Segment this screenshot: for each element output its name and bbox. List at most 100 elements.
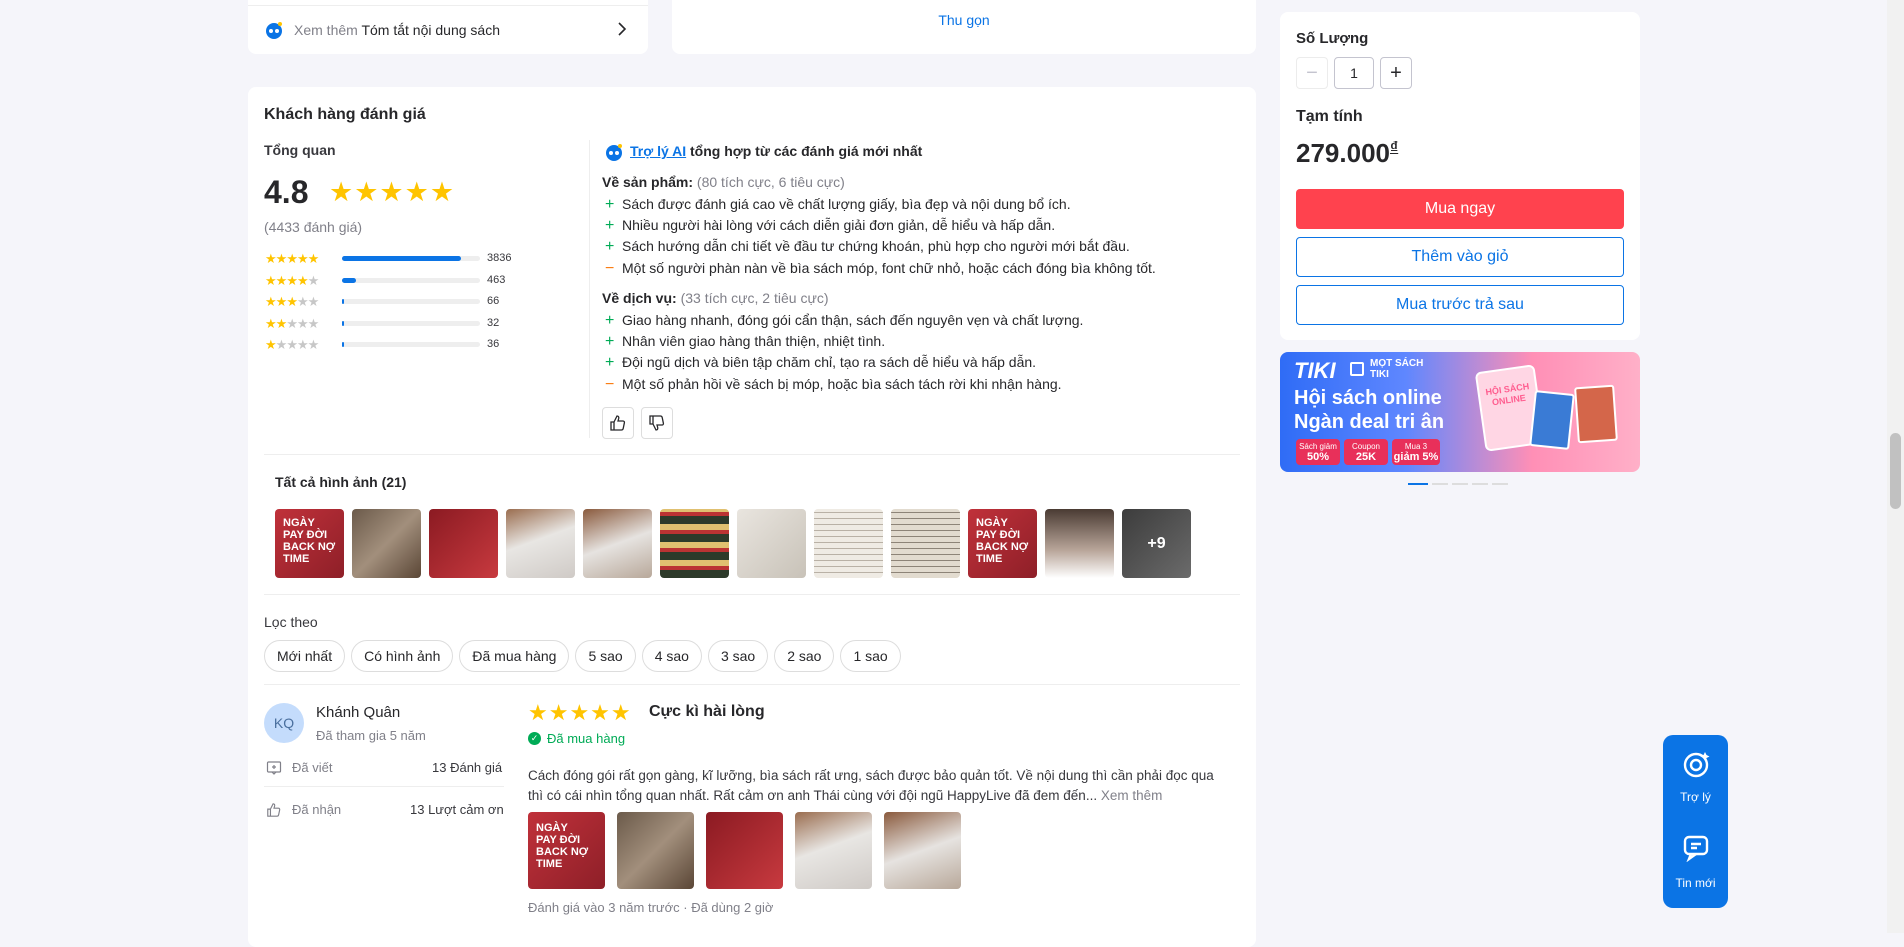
add-to-cart-button[interactable]: Thêm vào giỏ bbox=[1296, 237, 1624, 277]
purchased-badge: Đã mua hàng bbox=[547, 731, 626, 746]
filter-chip[interactable]: Có hình ảnh bbox=[351, 640, 454, 672]
review-image-thumb[interactable] bbox=[1045, 509, 1114, 578]
review-photo[interactable] bbox=[884, 812, 961, 889]
rating-bar-fill bbox=[342, 277, 357, 283]
review-image-thumb[interactable]: NGÀY PAY ĐỜI BACK NỢ TIME bbox=[275, 509, 344, 578]
increase-button[interactable]: + bbox=[1380, 57, 1412, 89]
review-content: Cách đóng gói rất gọn gàng, kĩ lưỡng, bì… bbox=[528, 766, 1232, 806]
description-card: Thu gọn bbox=[672, 0, 1256, 54]
vertical-divider bbox=[589, 140, 590, 438]
star-icon: ★ bbox=[275, 251, 288, 266]
product-label: Về sản phẩm: bbox=[602, 174, 694, 190]
buy-now-button[interactable]: Mua ngay bbox=[1296, 189, 1624, 229]
review-image-thumb[interactable] bbox=[583, 509, 652, 578]
star-icon: ★ bbox=[286, 272, 298, 288]
positive-sign: + bbox=[605, 238, 615, 256]
banner-dot[interactable] bbox=[1432, 483, 1448, 485]
written-value: 13 Đánh giá bbox=[432, 760, 503, 775]
divider bbox=[264, 454, 1240, 455]
summary-item: + Nhân viên giao hàng thân thiện, nhiệt t… bbox=[605, 333, 885, 351]
summary-item-text: Sách hướng dẫn chi tiết về đầu tư chứng … bbox=[622, 238, 1130, 255]
banner-badge-discount: Sách giảm 50% bbox=[1296, 439, 1340, 465]
reviewer-joined: Đã tham gia 5 năm bbox=[316, 728, 426, 743]
filter-chip[interactable]: Đã mua hàng bbox=[459, 640, 570, 672]
summary-item: − Một số người phàn nàn về bìa sách móp, … bbox=[605, 260, 1156, 278]
filter-chip[interactable]: 1 sao bbox=[840, 640, 901, 672]
summary-item-text: Một số phản hồi về sách bị móp, hoặc bìa… bbox=[622, 375, 1062, 392]
star-icon: ★ bbox=[307, 272, 320, 288]
review-image-thumb[interactable] bbox=[506, 509, 575, 578]
banner-tag-line1: MỌT SÁCH bbox=[1370, 358, 1424, 369]
filter-chip[interactable]: Mới nhất bbox=[264, 640, 346, 672]
thumbs-down-button[interactable] bbox=[641, 407, 673, 439]
purchase-card: Số Lượng − 1 + Tạm tính 279.000₫ Mua nga… bbox=[1280, 12, 1640, 340]
positive-sign: + bbox=[605, 354, 615, 372]
review-image-thumb[interactable]: NGÀY PAY ĐỜI BACK NỢ TIME bbox=[968, 509, 1037, 578]
rating-bar-fill bbox=[342, 256, 462, 261]
more-images-thumb[interactable]: +9 bbox=[1122, 509, 1191, 578]
assistant-button[interactable]: Trợ lý bbox=[1663, 735, 1728, 821]
banner-book-3 bbox=[1574, 384, 1618, 444]
product-counts: (80 tích cực, 6 tiêu cực) bbox=[696, 174, 845, 190]
banner-dot[interactable] bbox=[1492, 483, 1508, 485]
rating-bar bbox=[342, 299, 480, 304]
decrease-button[interactable]: − bbox=[1296, 57, 1328, 89]
filter-chip[interactable]: 3 sao bbox=[707, 640, 769, 672]
summary-link[interactable]: Xem thêm Tóm tắt nội dung sách bbox=[294, 22, 500, 38]
promo-banner[interactable]: TIKI MỌT SÁCH TIKI Hội sách online Ngàn de… bbox=[1280, 352, 1640, 472]
thumbs-up-icon bbox=[610, 415, 626, 431]
row-stars: ★★★★★ bbox=[265, 272, 320, 289]
banner-dot[interactable] bbox=[1452, 483, 1468, 485]
summary-item: + Giao hàng nhanh, đóng gói cẩn thận, sác… bbox=[605, 312, 1083, 330]
filter-chip[interactable]: 4 sao bbox=[641, 640, 702, 672]
rating-bar-fill bbox=[342, 299, 345, 304]
filter-chip[interactable]: 2 sao bbox=[774, 640, 835, 672]
filter-chips: Mới nhất Có hình ảnh Đã mua hàng 5 sao 4 sao… bbox=[264, 640, 907, 672]
positive-sign: + bbox=[605, 312, 615, 329]
star-icon: ★ bbox=[286, 337, 298, 352]
divider bbox=[248, 5, 648, 6]
floating-widget: Trợ lý Tin mới bbox=[1663, 735, 1728, 908]
thumbs-up-button[interactable] bbox=[602, 407, 634, 439]
scrollbar[interactable] bbox=[1887, 0, 1904, 933]
star-icon: ★ bbox=[286, 251, 298, 266]
summary-link-prefix: Xem thêm bbox=[294, 22, 358, 38]
review-photo[interactable] bbox=[706, 812, 783, 889]
images-title: Tất cả hình ảnh (21) bbox=[275, 474, 407, 490]
review-image-thumb[interactable] bbox=[352, 509, 421, 578]
subtotal-price: 279.000₫ bbox=[1296, 138, 1398, 169]
review-photo[interactable]: NGÀY PAY ĐỜI BACK NỢ TIME bbox=[528, 812, 605, 889]
filter-chip[interactable]: 5 sao bbox=[575, 640, 636, 672]
review-image-thumb[interactable] bbox=[429, 509, 498, 578]
quantity-input[interactable]: 1 bbox=[1334, 57, 1374, 89]
badge1-line2: 50% bbox=[1306, 451, 1330, 463]
review-stars: ★★★★★ bbox=[528, 700, 632, 725]
review-image-thumb[interactable] bbox=[737, 509, 806, 578]
news-button[interactable]: Tin mới bbox=[1663, 821, 1728, 908]
chevron-right-icon[interactable] bbox=[612, 19, 632, 39]
review-image-thumb[interactable] bbox=[891, 509, 960, 578]
review-photo[interactable] bbox=[617, 812, 694, 889]
star-icon: ★ bbox=[296, 251, 309, 266]
summary-card: Xem thêm Tóm tắt nội dung sách bbox=[248, 0, 648, 54]
banner-dot-active[interactable] bbox=[1408, 483, 1428, 485]
collapse-link[interactable]: Thu gọn bbox=[672, 12, 1256, 28]
banner-dot[interactable] bbox=[1472, 483, 1488, 485]
cover-word: NGÀY bbox=[536, 822, 568, 834]
see-more-link[interactable]: Xem thêm bbox=[1101, 788, 1163, 803]
review-image-thumb[interactable] bbox=[660, 509, 729, 578]
review-written-icon bbox=[266, 760, 282, 776]
scrollbar-thumb[interactable] bbox=[1890, 433, 1901, 509]
review-image-thumb[interactable] bbox=[814, 509, 883, 578]
reviewer-name: Khánh Quân bbox=[316, 704, 401, 721]
row-stars: ★★★★★ bbox=[265, 337, 320, 353]
star-icon: ★ bbox=[307, 337, 320, 352]
star-icon: ★ bbox=[265, 294, 277, 309]
reviews-title: Khách hàng đánh giá bbox=[264, 106, 426, 123]
row-stars: ★★★★★ bbox=[265, 294, 319, 310]
rating-bar bbox=[342, 256, 480, 261]
ai-assistant-link[interactable]: Trợ lý AI bbox=[630, 143, 686, 159]
review-photo[interactable] bbox=[795, 812, 872, 889]
buy-now-pay-later-button[interactable]: Mua trước trả sau bbox=[1296, 285, 1624, 325]
currency-symbol: ₫ bbox=[1389, 139, 1399, 157]
